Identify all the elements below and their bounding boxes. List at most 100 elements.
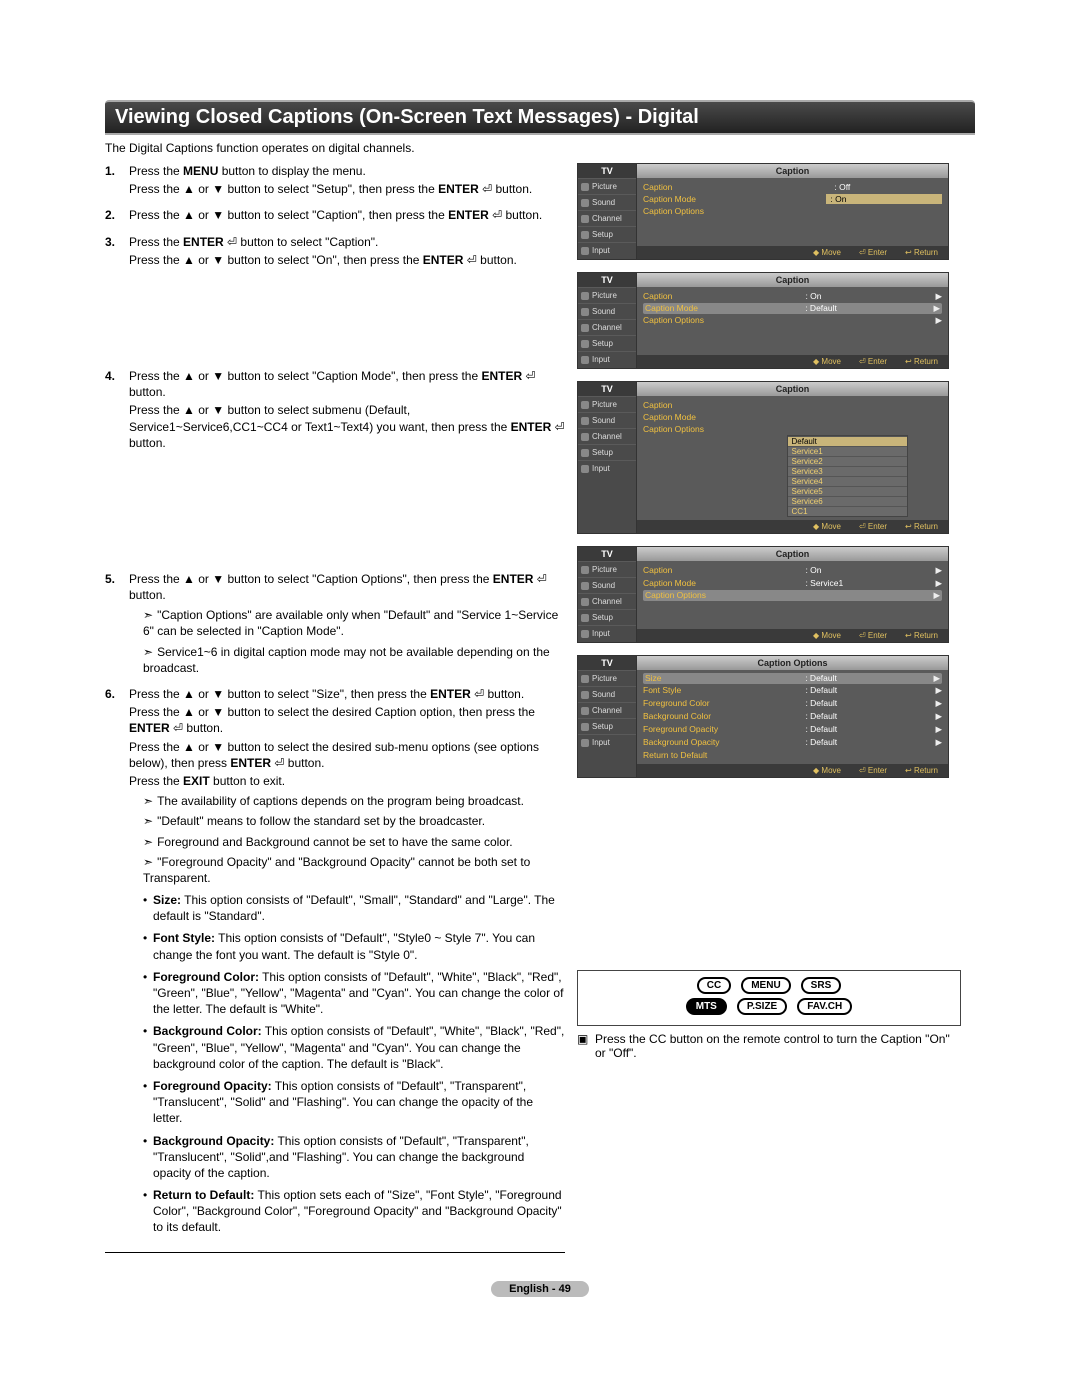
osd-label: Caption Options <box>643 315 787 326</box>
osd-value-highlight: : On <box>826 194 942 204</box>
sidebar-item-input: Input <box>578 351 636 367</box>
sidebar-item-sound: Sound <box>578 303 636 319</box>
note: "Default" means to follow the standard s… <box>143 813 565 829</box>
osd-label: Caption Options <box>643 206 787 216</box>
step-3: 3. Press the ENTER ⏎ button to select "C… <box>105 234 565 268</box>
osd-side-header: TV <box>578 164 636 178</box>
dropdown-item: Service5 <box>788 486 908 496</box>
text: Press the <box>129 235 183 249</box>
text: Press the ▲ or ▼ button to select "Capti… <box>129 208 448 222</box>
osd-value: : Default <box>805 673 911 684</box>
arrow-icon: ▶ <box>932 315 942 326</box>
enter-label: ENTER <box>493 572 534 586</box>
enter-label: ENTER <box>183 235 224 249</box>
dropdown-item-default: Default <box>788 436 908 446</box>
text: Press the ▲ or ▼ button to select "On", … <box>129 253 423 267</box>
text: ⏎ button. <box>271 756 324 770</box>
osd-foot-enter: Enter <box>859 522 887 531</box>
step-number: 3. <box>105 234 129 268</box>
sidebar-item-picture: Picture <box>578 287 636 303</box>
page-title: Viewing Closed Captions (On-Screen Text … <box>105 100 975 135</box>
osd-label: Foreground Opacity <box>643 724 787 735</box>
text: Press the ▲ or ▼ button to select the de… <box>129 705 535 719</box>
osd-side-header: TV <box>578 656 636 670</box>
remote-favch-button: FAV.CH <box>797 998 852 1015</box>
note: "Caption Options" are available only whe… <box>143 607 565 639</box>
option-title: Foreground Color: <box>153 970 259 984</box>
arrow-icon: ▶ <box>932 698 942 709</box>
osd-value: : Service1 <box>805 578 913 589</box>
sidebar-item-picture: Picture <box>578 178 636 194</box>
step-number: 6. <box>105 686 129 1242</box>
osd-foot-return: Return <box>905 766 938 775</box>
menu-label: MENU <box>183 164 218 178</box>
enter-label: ENTER <box>448 208 489 222</box>
osd-value: : Default <box>805 737 913 748</box>
text: ⏎ button. <box>489 208 542 222</box>
step-1: 1. Press the MENU button to display the … <box>105 163 565 197</box>
option-title: Return to Default: <box>153 1188 254 1202</box>
text: Press the ▲ or ▼ button to select "Size"… <box>129 687 430 701</box>
arrow-icon: ▶ <box>930 590 940 601</box>
sidebar-item-setup: Setup <box>578 718 636 734</box>
osd-foot-return: Return <box>905 631 938 640</box>
enter-label: ENTER <box>430 687 471 701</box>
osd-label: Foreground Color <box>643 698 787 709</box>
note: The availability of captions depends on … <box>143 793 565 809</box>
option-fg-color: Foreground Color: This option consists o… <box>143 969 565 1018</box>
option-bg-opacity: Background Opacity: This option consists… <box>143 1133 565 1182</box>
osd-foot-move: Move <box>813 522 841 531</box>
arrow-icon: ▶ <box>932 578 942 589</box>
page-footer: English - 49 <box>105 1281 975 1295</box>
sidebar-item-picture: Picture <box>578 670 636 686</box>
arrow-icon: ▶ <box>932 685 942 696</box>
osd-label: Return to Default <box>643 750 787 760</box>
sidebar-item-sound: Sound <box>578 577 636 593</box>
step-2: 2. Press the ▲ or ▼ button to select "Ca… <box>105 207 565 223</box>
remote-illustration: CC MENU SRS MTS P.SIZE FAV.CH <box>577 970 961 1026</box>
osd-value: : Default <box>805 711 913 722</box>
osd-label: Caption <box>643 182 787 192</box>
osd-side-header: TV <box>578 273 636 287</box>
text: Press the ▲ or ▼ button to select "Setup… <box>129 182 438 196</box>
osd-label: Caption <box>643 565 787 576</box>
sidebar-item-picture: Picture <box>578 396 636 412</box>
enter-label: ENTER <box>481 369 522 383</box>
sidebar-item-sound: Sound <box>578 194 636 210</box>
sidebar-item-input: Input <box>578 242 636 258</box>
osd-title: Caption Options <box>637 656 948 670</box>
osd-foot-enter: Enter <box>859 248 887 257</box>
osd-value: : Default <box>805 724 913 735</box>
osd-menu-1: TV Picture Sound Channel Setup Input Cap… <box>577 163 949 260</box>
osd-title: Caption <box>637 382 948 396</box>
text: Press the ▲ or ▼ button to select submen… <box>129 403 511 433</box>
osd-value: : On <box>805 291 913 302</box>
page-number: English - 49 <box>491 1281 589 1297</box>
note: Service1~6 in digital caption mode may n… <box>143 644 565 676</box>
dropdown-item: Service2 <box>788 456 908 466</box>
option-desc: This option consists of "Default", "Smal… <box>153 893 555 923</box>
osd-foot-enter: Enter <box>859 357 887 366</box>
text: Press the ▲ or ▼ button to select "Capti… <box>129 369 481 383</box>
osd-title: Caption <box>637 547 948 561</box>
dropdown-item: Service6 <box>788 496 908 506</box>
remote-note: Press the CC button on the remote contro… <box>577 1032 957 1060</box>
osd-label: Caption Mode <box>645 303 787 314</box>
osd-label: Caption Options <box>645 590 787 601</box>
sidebar-item-channel: Channel <box>578 593 636 609</box>
arrow-icon: ▶ <box>930 673 940 684</box>
screenshots-column: TV Picture Sound Channel Setup Input Cap… <box>577 163 957 1263</box>
arrow-icon: ▶ <box>932 724 942 735</box>
dropdown-item: Service3 <box>788 466 908 476</box>
osd-value: : Default <box>805 303 911 314</box>
text: Press the <box>129 774 183 788</box>
text: button to exit. <box>210 774 285 788</box>
text: ⏎ button. <box>479 182 532 196</box>
sidebar-item-channel: Channel <box>578 210 636 226</box>
osd-foot-move: Move <box>813 357 841 366</box>
osd-side-header: TV <box>578 382 636 396</box>
arrow-icon: ▶ <box>932 291 942 302</box>
osd-foot-enter: Enter <box>859 766 887 775</box>
osd-label: Caption <box>643 291 787 302</box>
sidebar-item-sound: Sound <box>578 412 636 428</box>
